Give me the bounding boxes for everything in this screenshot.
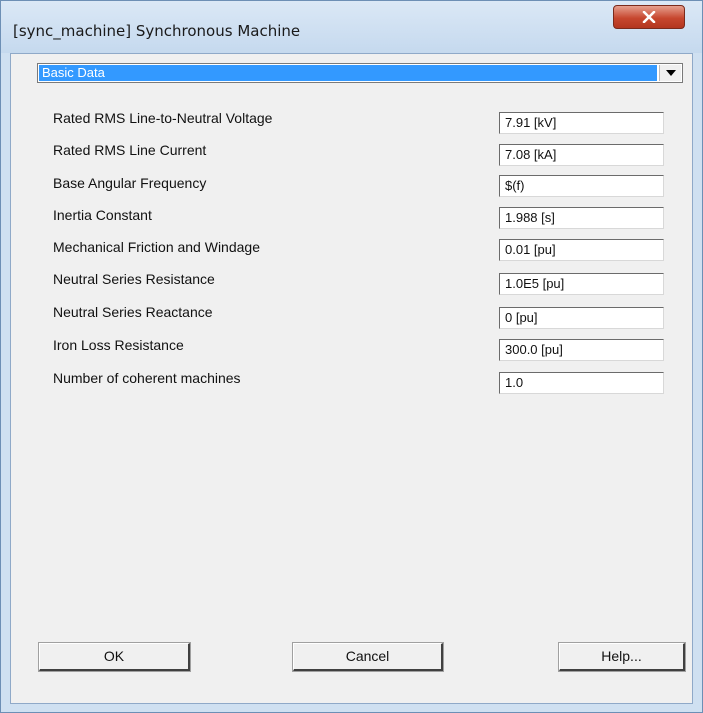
param-label-rated-current: Rated RMS Line Current <box>53 142 207 158</box>
window-title: [sync_machine] Synchronous Machine <box>13 22 301 40</box>
param-label-base-angular-frequency: Base Angular Frequency <box>53 175 207 191</box>
dropdown-selected-value: Basic Data <box>39 65 657 81</box>
category-dropdown[interactable]: Basic Data <box>37 63 683 83</box>
param-input-iron-loss-resistance[interactable]: 300.0 [pu] <box>499 339 664 361</box>
param-input-neutral-resistance[interactable]: 1.0E5 [pu] <box>499 273 664 295</box>
dialog-body: Basic Data Rated RMS Line-to-Neutral Vol… <box>10 53 693 704</box>
param-label-neutral-reactance: Neutral Series Reactance <box>53 304 213 320</box>
param-label-iron-loss-resistance: Iron Loss Resistance <box>53 337 184 353</box>
dialog-window: [sync_machine] Synchronous Machine Basic… <box>0 0 703 713</box>
help-button[interactable]: Help... <box>558 642 686 672</box>
dropdown-arrow-button[interactable] <box>659 65 681 81</box>
chevron-down-icon <box>665 70 676 76</box>
ok-button[interactable]: OK <box>38 642 191 672</box>
param-input-inertia-constant[interactable]: 1.988 [s] <box>499 207 664 229</box>
param-label-friction-windage: Mechanical Friction and Windage <box>53 239 260 255</box>
param-label-neutral-resistance: Neutral Series Resistance <box>53 271 215 287</box>
param-label-inertia-constant: Inertia Constant <box>53 207 152 223</box>
param-label-coherent-machines: Number of coherent machines <box>53 370 241 386</box>
close-button[interactable] <box>613 5 685 29</box>
close-icon <box>642 11 656 23</box>
param-input-neutral-reactance[interactable]: 0 [pu] <box>499 307 664 329</box>
cancel-button[interactable]: Cancel <box>292 642 444 672</box>
param-input-coherent-machines[interactable]: 1.0 <box>499 372 664 394</box>
param-label-rated-voltage: Rated RMS Line-to-Neutral Voltage <box>53 110 273 126</box>
param-input-friction-windage[interactable]: 0.01 [pu] <box>499 239 664 261</box>
param-input-base-angular-frequency[interactable]: $(f) <box>499 175 664 197</box>
title-bar[interactable]: [sync_machine] Synchronous Machine <box>1 1 702 53</box>
param-input-rated-current[interactable]: 7.08 [kA] <box>499 144 664 166</box>
param-input-rated-voltage[interactable]: 7.91 [kV] <box>499 112 664 134</box>
